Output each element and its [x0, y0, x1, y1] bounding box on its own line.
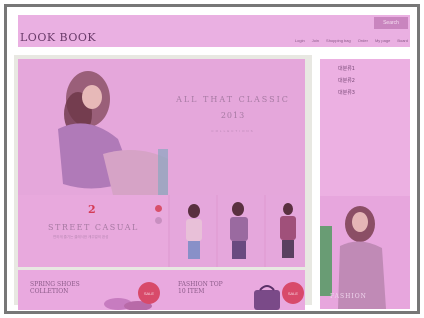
sale-badge-fashion[interactable]: SALE — [282, 282, 304, 304]
product-image-1 — [186, 204, 202, 259]
nav-order[interactable]: Order — [358, 38, 368, 43]
nav-shopping-bag[interactable]: Shopping bag — [326, 38, 351, 43]
site-logo[interactable]: LOOK BOOK — [20, 31, 96, 44]
side-model-banner[interactable]: FASHION — [320, 196, 410, 309]
product-image-3 — [280, 203, 296, 258]
street-casual-banner[interactable]: 2 STREET CASUAL 편하게 즐기는 클래식한 캐주얼의 완성 — [18, 195, 168, 267]
bag-image — [254, 285, 280, 310]
street-casual-number: 2 — [88, 203, 96, 216]
product-card-1[interactable] — [170, 195, 216, 267]
promo-row: SPRING SHOES COLLETION SALE FASHION TOP … — [18, 270, 305, 310]
street-casual-section: 2 STREET CASUAL 편하게 즐기는 클래식한 캐주얼의 완성 — [18, 195, 305, 267]
search-button[interactable]: Search — [374, 17, 408, 29]
slider-dot[interactable] — [155, 217, 162, 224]
product-card-2[interactable] — [218, 195, 264, 267]
nav-board[interactable]: Board — [397, 38, 408, 43]
nav-my-page[interactable]: My page — [375, 38, 390, 43]
street-casual-title: STREET CASUAL — [48, 223, 139, 232]
nav-join[interactable]: Join — [312, 38, 319, 43]
slider-dot-active[interactable] — [155, 205, 162, 212]
hero-model-image — [58, 71, 178, 195]
side-caption: FASHION — [330, 293, 367, 300]
top-nav: Login Join Shopping bag Order My page Bo… — [295, 38, 408, 43]
fashion-top-text[interactable]: FASHION TOP 10 ITEM — [178, 281, 228, 295]
product-image-2 — [230, 202, 248, 259]
street-casual-subtitle: 편하게 즐기는 클래식한 캐주얼의 완성 — [53, 235, 109, 239]
hero-banner[interactable]: ALL THAT CLASSIC 2013 COLLECTIONS — [18, 59, 305, 195]
hero-subtitle: COLLECTIONS — [211, 129, 255, 133]
header: LOOK BOOK Search Login Join Shopping bag… — [18, 15, 410, 47]
sale-badge-shoes[interactable]: SALE — [138, 282, 160, 304]
sidebar-item-category2[interactable]: 대분류2 — [338, 77, 355, 84]
product-card-3[interactable] — [266, 195, 305, 267]
sidebar-item-category1[interactable]: 대분류1 — [338, 65, 355, 72]
hero-year: 2013 — [220, 111, 246, 120]
shoes-promo-text[interactable]: SPRING SHOES COLLETION — [30, 281, 90, 295]
sidebar-item-category3[interactable]: 대분류3 — [338, 89, 355, 96]
hero-title: ALL THAT CLASSIC — [176, 95, 290, 104]
nav-login[interactable]: Login — [295, 38, 305, 43]
